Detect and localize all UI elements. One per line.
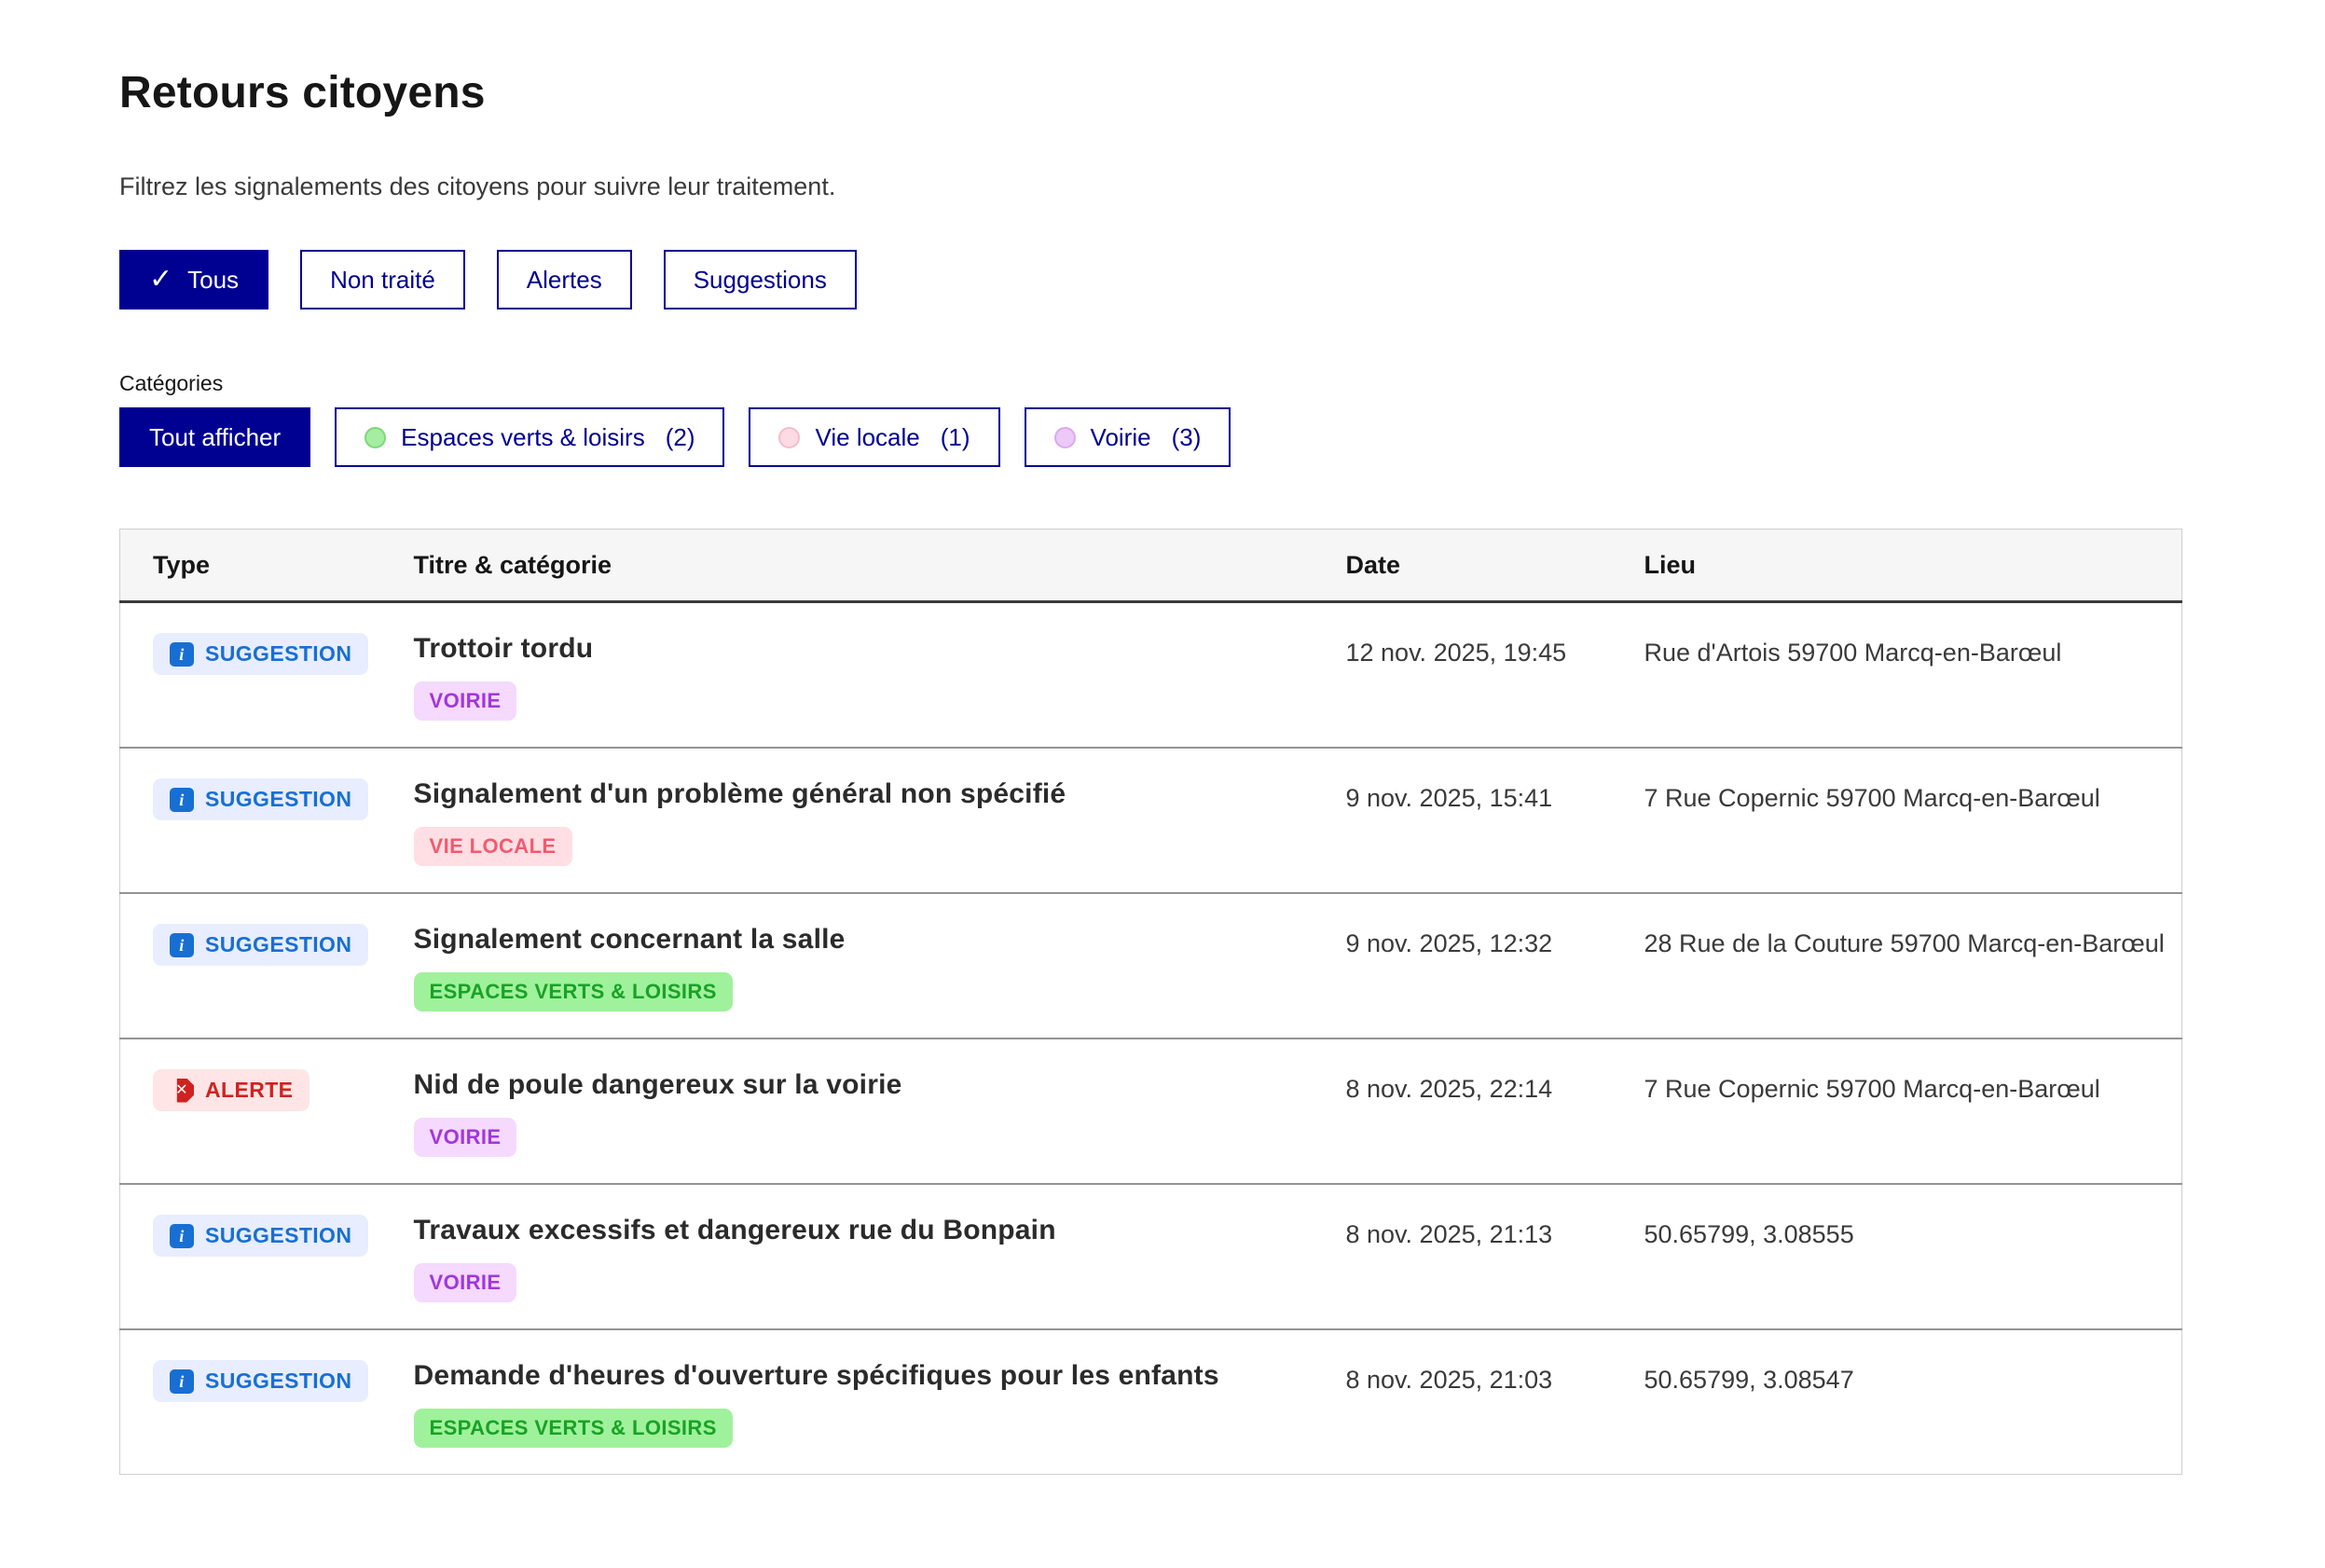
category-count: (3) bbox=[1172, 423, 1202, 452]
report-date: 8 nov. 2025, 21:13 bbox=[1314, 1184, 1612, 1329]
filter-tous-button[interactable]: ✓ Tous bbox=[119, 250, 268, 309]
type-badge-icon: i bbox=[170, 642, 194, 667]
table-row[interactable]: i SUGGESTION Signalement d'un problème g… bbox=[120, 748, 2182, 893]
type-badge: ✕ ALERTE bbox=[153, 1069, 310, 1111]
type-badge-label: SUGGESTION bbox=[205, 1369, 351, 1394]
report-title: Trottoir tordu bbox=[414, 633, 1314, 665]
category-filter-group: Tout afficher Espaces verts & loisirs (2… bbox=[119, 407, 2181, 467]
type-badge: i SUGGESTION bbox=[153, 778, 368, 820]
table-row[interactable]: i SUGGESTION Demande d'heures d'ouvertur… bbox=[120, 1329, 2182, 1475]
header-date: Date bbox=[1314, 530, 1612, 602]
table-header-row: Type Titre & catégorie Date Lieu bbox=[120, 530, 2182, 602]
filter-label: Tous bbox=[187, 266, 239, 295]
filter-suggestions-button[interactable]: Suggestions bbox=[664, 250, 857, 309]
report-lieu: 50.65799, 3.08555 bbox=[1612, 1184, 2182, 1329]
reports-table: Type Titre & catégorie Date Lieu i SUGGE… bbox=[119, 529, 2182, 1475]
report-title: Travaux excessifs et dangereux rue du Bo… bbox=[414, 1215, 1314, 1246]
main-content: Retours citoyens Filtrez les signalement… bbox=[0, 0, 2325, 1475]
category-count: (1) bbox=[941, 423, 970, 452]
table-row[interactable]: i SUGGESTION Signalement concernant la s… bbox=[120, 893, 2182, 1038]
report-title: Nid de poule dangereux sur la voirie bbox=[414, 1069, 1314, 1101]
categories-label: Catégories bbox=[119, 371, 2181, 396]
type-badge-label: ALERTE bbox=[205, 1078, 293, 1103]
table-row[interactable]: i SUGGESTION Travaux excessifs et danger… bbox=[120, 1184, 2182, 1329]
report-date: 9 nov. 2025, 12:32 bbox=[1314, 893, 1612, 1038]
report-title: Signalement concernant la salle bbox=[414, 924, 1314, 956]
reports-table-container: Type Titre & catégorie Date Lieu i SUGGE… bbox=[119, 529, 2181, 1475]
report-date: 8 nov. 2025, 22:14 bbox=[1314, 1038, 1612, 1184]
category-label: Espaces verts & loisirs bbox=[401, 423, 645, 452]
type-badge-icon: i bbox=[170, 933, 194, 957]
report-title: Demande d'heures d'ouverture spécifiques… bbox=[414, 1360, 1314, 1392]
category-tout-afficher-button[interactable]: Tout afficher bbox=[119, 407, 310, 467]
type-badge: i SUGGESTION bbox=[153, 1360, 368, 1402]
type-badge: i SUGGESTION bbox=[153, 1215, 368, 1257]
type-badge: i SUGGESTION bbox=[153, 633, 368, 675]
category-label: Voirie bbox=[1091, 423, 1151, 452]
category-tag: VIE LOCALE bbox=[414, 827, 572, 866]
category-label: Vie locale bbox=[815, 423, 919, 452]
report-lieu: 7 Rue Copernic 59700 Marcq-en-Barœul bbox=[1612, 1038, 2182, 1184]
type-badge-label: SUGGESTION bbox=[205, 1223, 351, 1248]
filter-non-traite-button[interactable]: Non traité bbox=[300, 250, 465, 309]
category-tag: VOIRIE bbox=[414, 1118, 517, 1157]
report-date: 9 nov. 2025, 15:41 bbox=[1314, 748, 1612, 893]
header-lieu: Lieu bbox=[1612, 530, 2182, 602]
report-date: 8 nov. 2025, 21:03 bbox=[1314, 1329, 1612, 1475]
category-tag: VOIRIE bbox=[414, 681, 517, 721]
type-badge-label: SUGGESTION bbox=[205, 787, 351, 812]
table-row[interactable]: ✕ ALERTE Nid de poule dangereux sur la v… bbox=[120, 1038, 2182, 1184]
type-filter-group: ✓ Tous Non traité Alertes Suggestions bbox=[119, 250, 2181, 309]
header-type: Type bbox=[120, 530, 381, 602]
category-count: (2) bbox=[666, 423, 695, 452]
category-espaces-verts-button[interactable]: Espaces verts & loisirs (2) bbox=[335, 407, 724, 467]
category-tag: VOIRIE bbox=[414, 1263, 517, 1302]
type-badge-icon: i bbox=[170, 1369, 194, 1394]
table-row[interactable]: i SUGGESTION Trottoir tordu VOIRIE 12 no… bbox=[120, 602, 2182, 749]
report-title: Signalement d'un problème général non sp… bbox=[414, 778, 1314, 810]
header-titre-categorie: Titre & catégorie bbox=[381, 530, 1314, 602]
report-lieu: 28 Rue de la Couture 59700 Marcq-en-Barœ… bbox=[1612, 893, 2182, 1038]
type-badge: i SUGGESTION bbox=[153, 924, 368, 966]
report-lieu: Rue d'Artois 59700 Marcq-en-Barœul bbox=[1612, 602, 2182, 749]
check-icon: ✓ bbox=[149, 266, 172, 294]
filter-label: Suggestions bbox=[694, 266, 827, 295]
type-badge-label: SUGGESTION bbox=[205, 641, 351, 667]
filter-alertes-button[interactable]: Alertes bbox=[497, 250, 632, 309]
type-badge-icon: ✕ bbox=[170, 1079, 194, 1103]
type-badge-icon: i bbox=[170, 788, 194, 812]
purple-dot-icon bbox=[1054, 427, 1076, 448]
pink-dot-icon bbox=[778, 427, 800, 448]
type-badge-icon: i bbox=[170, 1224, 194, 1248]
category-vie-locale-button[interactable]: Vie locale (1) bbox=[749, 407, 999, 467]
filter-label: Non traité bbox=[330, 266, 435, 295]
green-dot-icon bbox=[365, 427, 386, 448]
page-title: Retours citoyens bbox=[119, 67, 2181, 118]
category-label: Tout afficher bbox=[149, 423, 281, 452]
category-tag: ESPACES VERTS & LOISIRS bbox=[414, 972, 733, 1011]
report-lieu: 50.65799, 3.08547 bbox=[1612, 1329, 2182, 1475]
type-badge-label: SUGGESTION bbox=[205, 932, 351, 957]
category-tag: ESPACES VERTS & LOISIRS bbox=[414, 1409, 733, 1448]
report-date: 12 nov. 2025, 19:45 bbox=[1314, 602, 1612, 749]
report-lieu: 7 Rue Copernic 59700 Marcq-en-Barœul bbox=[1612, 748, 2182, 893]
filter-label: Alertes bbox=[527, 266, 602, 295]
page-subtitle: Filtrez les signalements des citoyens po… bbox=[119, 172, 2181, 201]
category-voirie-button[interactable]: Voirie (3) bbox=[1025, 407, 1231, 467]
